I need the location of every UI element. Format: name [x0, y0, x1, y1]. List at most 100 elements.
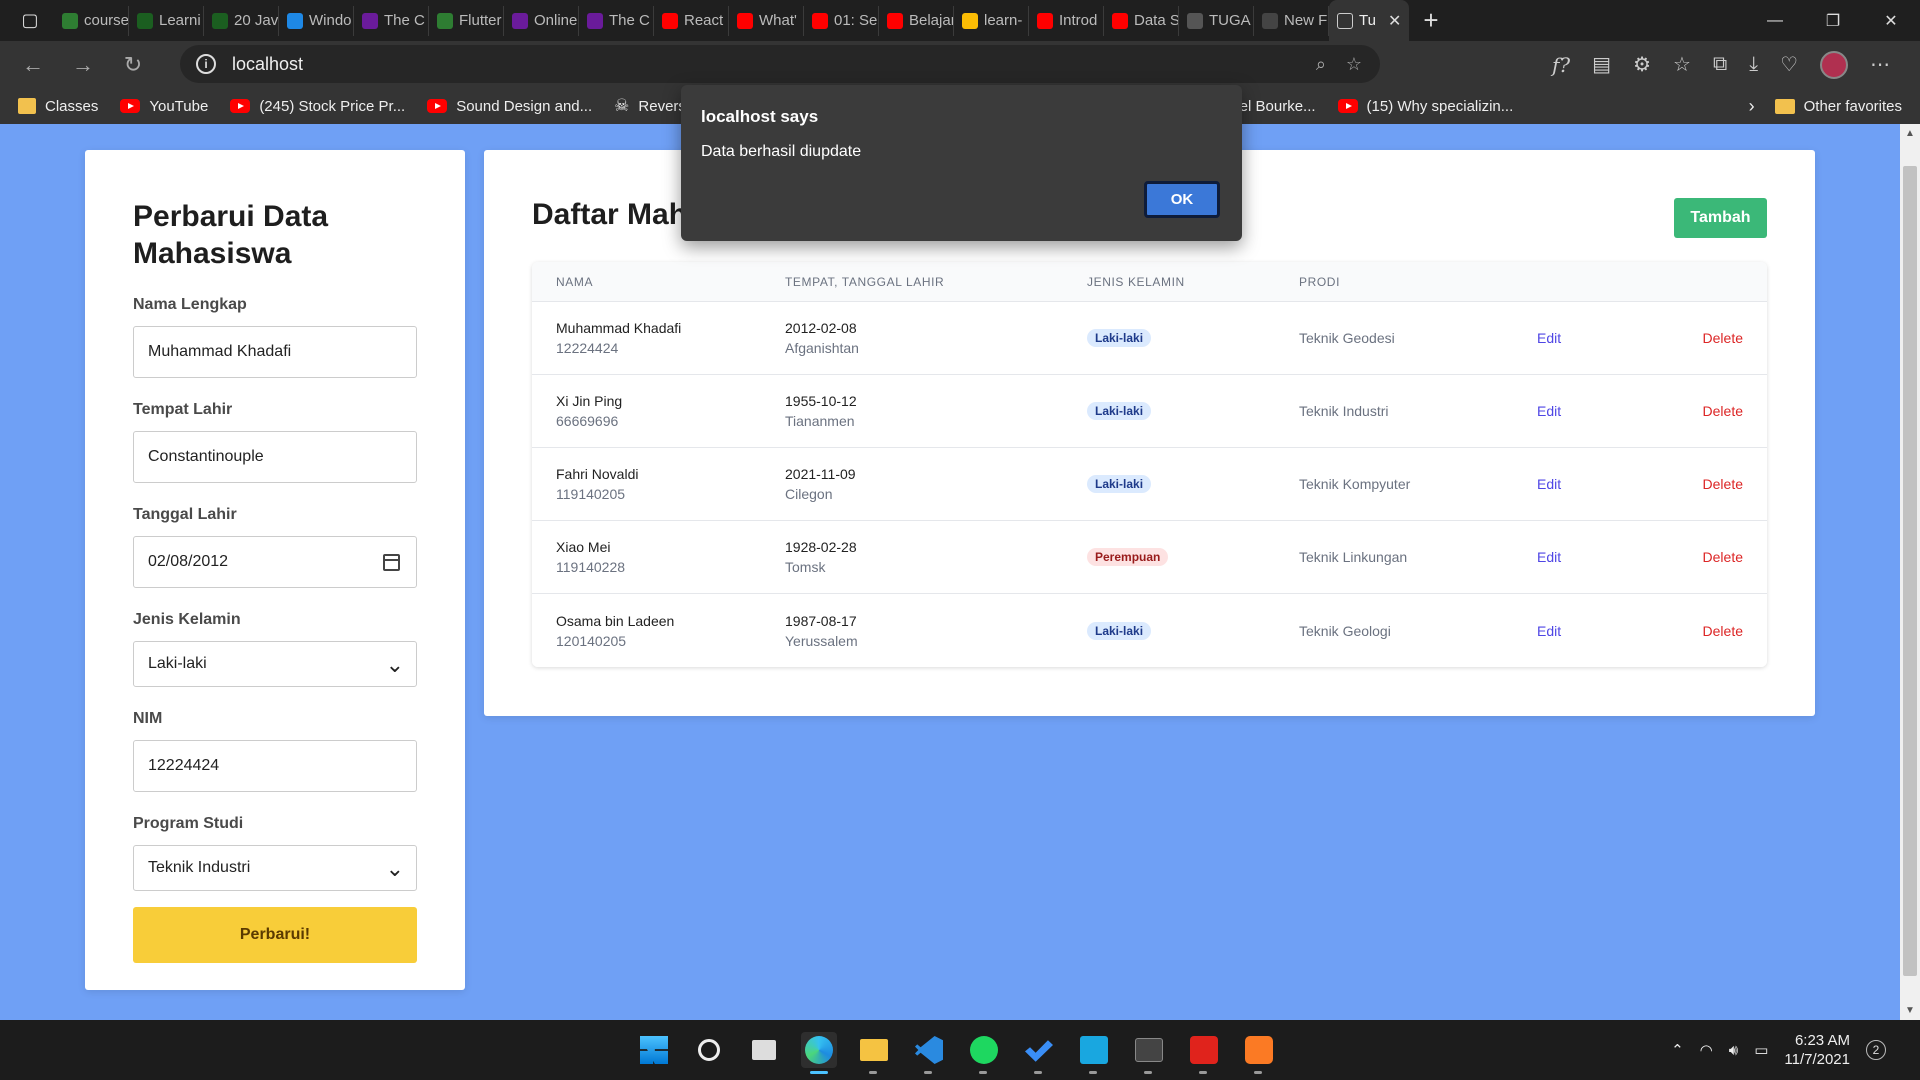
bookmark-item[interactable]: (15) Why specializin... [1337, 98, 1513, 115]
page-scrollbar[interactable]: ▲ ▼ [1900, 124, 1920, 1020]
file-explorer-app-icon[interactable] [856, 1032, 892, 1074]
edge-app-icon[interactable] [801, 1032, 837, 1074]
edit-link[interactable]: Edit [1537, 330, 1647, 346]
bookmarks-left: Classes YouTube (245) Stock Price Pr... Sou… [18, 96, 730, 116]
browser-tab[interactable]: New F [1254, 5, 1329, 36]
browser-essentials-icon[interactable]: ♡ [1780, 52, 1798, 77]
browser-tab[interactable]: Introd [1029, 5, 1104, 36]
tab-label: React [684, 12, 724, 29]
scroll-down-icon[interactable]: ▼ [1900, 1005, 1920, 1016]
browser-tab[interactable]: 01: Se [804, 5, 879, 36]
todo-app-icon[interactable] [1021, 1032, 1057, 1074]
edit-link[interactable]: Edit [1537, 476, 1647, 492]
chevron-right-icon[interactable]: › [1749, 96, 1755, 117]
select-field[interactable]: Teknik Industri ⌄ [133, 845, 417, 891]
close-tab-icon[interactable]: ✕ [1388, 11, 1401, 31]
extensions-icon[interactable]: ⚙ [1633, 52, 1651, 77]
other-favorites[interactable]: Other favorites [1774, 98, 1902, 115]
date-field[interactable]: 02/08/2012 [133, 536, 417, 588]
browser-tab[interactable]: The C [579, 5, 654, 36]
volume-icon[interactable]: 🔊︎ [1729, 1042, 1738, 1059]
browser-tab-active[interactable]: Tu ✕ [1329, 0, 1410, 41]
wifi-icon[interactable]: ◠ [1700, 1041, 1713, 1059]
task-view-app-icon[interactable] [746, 1032, 782, 1068]
gender-badge: Laki-laki [1087, 621, 1152, 640]
notes-extension-icon[interactable]: ▤ [1592, 52, 1611, 77]
dialog-ok-button[interactable]: OK [1144, 181, 1220, 218]
site-info-icon[interactable]: i [196, 54, 216, 74]
edit-link[interactable]: Edit [1537, 623, 1647, 639]
collections-icon[interactable]: ⧉ [1713, 53, 1727, 76]
favorites-icon[interactable]: ☆ [1673, 52, 1691, 77]
launcher-l-app-icon[interactable] [1076, 1032, 1112, 1074]
zoom-icon[interactable]: ⌕ [1316, 54, 1326, 75]
browser-tab[interactable]: Learni [129, 5, 204, 36]
edit-link[interactable]: Edit [1537, 403, 1647, 419]
add-button[interactable]: Tambah [1674, 198, 1767, 238]
bookmark-item[interactable]: Classes [18, 96, 98, 116]
back-icon[interactable]: ← [8, 52, 58, 78]
refresh-icon[interactable]: ↻ [108, 52, 158, 78]
browser-tab[interactable]: course [54, 5, 129, 36]
browser-tab[interactable]: Online [504, 5, 579, 36]
edit-link[interactable]: Edit [1537, 549, 1647, 565]
terminal-app-icon[interactable] [1131, 1032, 1167, 1074]
toolbar-icons: f? ▤ ⚙ ☆ ⧉ ⤓ ♡ ⋯ [1552, 41, 1890, 88]
minimize-icon[interactable]: — [1746, 0, 1804, 41]
delete-link[interactable]: Delete [1647, 623, 1767, 639]
browser-tab[interactable]: Flutter [429, 5, 504, 36]
text-field[interactable]: 12224424 [133, 740, 417, 792]
more-menu-icon[interactable]: ⋯ [1870, 52, 1890, 77]
submit-button[interactable]: Perbarui! [133, 907, 417, 963]
extension-fx-icon[interactable]: f? [1552, 53, 1570, 77]
tab-favicon-icon [437, 12, 453, 29]
tab-favicon-icon [1187, 12, 1203, 29]
select-field[interactable]: Laki-laki ⌄ [133, 641, 417, 687]
forward-icon[interactable]: → [58, 52, 108, 78]
text-field[interactable]: Constantinouple [133, 431, 417, 483]
tab-favicon-icon [887, 12, 903, 29]
calendar-icon[interactable] [383, 554, 400, 571]
url-field[interactable]: i localhost ⌕ ☆ [180, 45, 1380, 83]
running-indicator [1199, 1071, 1207, 1074]
scroll-up-icon[interactable]: ▲ [1900, 128, 1920, 139]
close-window-icon[interactable]: ✕ [1862, 0, 1920, 41]
clock[interactable]: 6:23 AM 11/7/2021 [1784, 1031, 1850, 1069]
add-favorite-icon[interactable]: ☆ [1346, 54, 1362, 75]
acrobat-app-icon[interactable] [1186, 1032, 1222, 1074]
browser-tab[interactable]: What' [729, 5, 804, 36]
profile-avatar[interactable] [1820, 50, 1848, 79]
browser-tab[interactable]: TUGA [1179, 5, 1254, 36]
search-app-icon[interactable] [691, 1032, 727, 1068]
browser-tab[interactable]: learn- [954, 5, 1029, 36]
delete-link[interactable]: Delete [1647, 549, 1767, 565]
bookmark-item[interactable]: (245) Stock Price Pr... [230, 96, 405, 116]
windows-start-app-icon[interactable] [636, 1032, 672, 1068]
browser-tab[interactable]: Belajar [879, 5, 954, 36]
scroll-thumb[interactable] [1903, 166, 1917, 976]
tab-actions-icon[interactable]: ▢ [12, 0, 48, 41]
browser-tab[interactable]: 20 Jav [204, 5, 279, 36]
browser-tab[interactable]: Data S [1104, 5, 1179, 36]
tray-overflow-icon[interactable]: ⌃ [1671, 1041, 1684, 1059]
delete-link[interactable]: Delete [1647, 330, 1767, 346]
battery-icon[interactable]: ▭ [1754, 1041, 1768, 1059]
xampp-app-icon[interactable] [1241, 1032, 1277, 1074]
vscode-app-icon[interactable] [911, 1032, 947, 1074]
notification-badge[interactable]: 2 [1866, 1040, 1886, 1060]
downloads-icon[interactable]: ⤓ [1749, 53, 1758, 76]
text-field[interactable]: Muhammad Khadafi [133, 326, 417, 378]
browser-tab[interactable]: The C [354, 5, 429, 36]
spotify-glyph [970, 1036, 998, 1064]
browser-tab[interactable]: Windo [279, 5, 354, 36]
delete-link[interactable]: Delete [1647, 403, 1767, 419]
browser-tab[interactable]: React [654, 5, 729, 36]
running-indicator [869, 1071, 877, 1074]
bookmark-item[interactable]: Sound Design and... [427, 96, 592, 116]
delete-link[interactable]: Delete [1647, 476, 1767, 492]
bookmark-item[interactable]: YouTube [120, 96, 208, 116]
restore-icon[interactable]: ❐ [1804, 0, 1862, 41]
new-tab-button[interactable]: + [1423, 5, 1438, 36]
cell-ttl: 1955-10-12 Tiananmen [785, 391, 1087, 431]
spotify-app-icon[interactable] [966, 1032, 1002, 1074]
